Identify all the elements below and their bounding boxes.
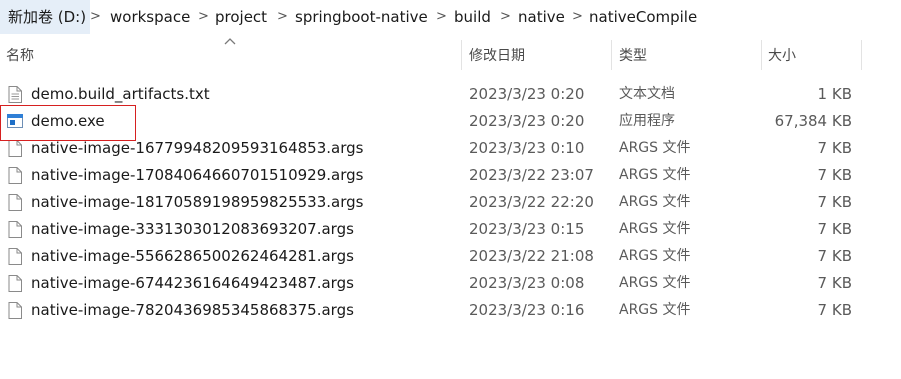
- list-item[interactable]: demo.exe 2023/3/23 0:20 应用程序 67,384 KB: [0, 108, 901, 135]
- column-divider[interactable]: [461, 40, 462, 70]
- exe-file-icon: [7, 114, 23, 128]
- file-type: ARGS 文件: [619, 194, 691, 210]
- list-item[interactable]: native-image-5566286500262464281.args 20…: [0, 243, 901, 270]
- blank-file-icon: [8, 221, 22, 238]
- file-size: 7 KB: [817, 274, 852, 292]
- column-header-name[interactable]: 名称: [6, 34, 34, 76]
- blank-file-icon: [8, 302, 22, 319]
- blank-file-icon: [8, 140, 22, 157]
- list-item[interactable]: native-image-7820436985345868375.args 20…: [0, 297, 901, 324]
- breadcrumb-drive[interactable]: 新加卷 (D:): [0, 0, 91, 34]
- column-divider[interactable]: [861, 40, 862, 70]
- file-date: 2023/3/22 22:20: [469, 193, 594, 211]
- file-size: 1 KB: [817, 85, 852, 103]
- breadcrumb-build[interactable]: build: [454, 0, 491, 34]
- file-size: 7 KB: [817, 220, 852, 238]
- file-size: 7 KB: [817, 247, 852, 265]
- chevron-right-icon[interactable]: >: [572, 0, 583, 34]
- chevron-right-icon[interactable]: >: [500, 0, 511, 34]
- file-name: native-image-5566286500262464281.args: [31, 247, 354, 265]
- breadcrumb-springboot-native[interactable]: springboot-native: [295, 0, 428, 34]
- file-name: native-image-3331303012083693207.args: [31, 220, 354, 238]
- list-item[interactable]: native-image-3331303012083693207.args 20…: [0, 216, 901, 243]
- breadcrumb-native[interactable]: native: [518, 0, 565, 34]
- file-size: 7 KB: [817, 139, 852, 157]
- file-date: 2023/3/23 0:20: [469, 112, 585, 130]
- file-type: ARGS 文件: [619, 221, 691, 237]
- file-date: 2023/3/23 0:10: [469, 139, 585, 157]
- chevron-right-icon[interactable]: >: [90, 0, 101, 34]
- breadcrumb-project[interactable]: project: [215, 0, 267, 34]
- column-header-type[interactable]: 类型: [619, 34, 647, 76]
- blank-file-icon: [8, 275, 22, 292]
- sort-ascending-icon: [224, 38, 236, 45]
- file-date: 2023/3/23 0:16: [469, 301, 585, 319]
- breadcrumb-nativecompile[interactable]: nativeCompile: [589, 0, 697, 34]
- chevron-right-icon[interactable]: >: [277, 0, 288, 34]
- file-date: 2023/3/23 0:08: [469, 274, 585, 292]
- text-file-icon: [8, 86, 22, 103]
- file-type: ARGS 文件: [619, 302, 691, 318]
- column-header-size[interactable]: 大小: [768, 34, 796, 76]
- address-breadcrumb: 新加卷 (D:) > workspace > project > springb…: [0, 0, 901, 34]
- list-item[interactable]: native-image-16779948209593164853.args 2…: [0, 135, 901, 162]
- column-divider[interactable]: [611, 40, 612, 70]
- blank-file-icon: [8, 194, 22, 211]
- file-date: 2023/3/22 23:07: [469, 166, 594, 184]
- blank-file-icon: [8, 248, 22, 265]
- file-name: native-image-7820436985345868375.args: [31, 301, 354, 319]
- list-item[interactable]: native-image-18170589198959825533.args 2…: [0, 189, 901, 216]
- file-date: 2023/3/22 21:08: [469, 247, 594, 265]
- blank-file-icon: [8, 167, 22, 184]
- column-header-date[interactable]: 修改日期: [469, 34, 525, 76]
- file-name: native-image-17084064660701510929.args: [31, 166, 364, 184]
- file-date: 2023/3/23 0:15: [469, 220, 585, 238]
- file-size: 7 KB: [817, 301, 852, 319]
- column-header: 名称 修改日期 类型 大小: [0, 34, 901, 76]
- file-size: 67,384 KB: [774, 112, 852, 130]
- file-size: 7 KB: [817, 193, 852, 211]
- file-date: 2023/3/23 0:20: [469, 85, 585, 103]
- file-type: ARGS 文件: [619, 167, 691, 183]
- column-divider[interactable]: [761, 40, 762, 70]
- file-name: native-image-6744236164649423487.args: [31, 274, 354, 292]
- file-name: demo.exe: [31, 112, 105, 130]
- list-item[interactable]: native-image-17084064660701510929.args 2…: [0, 162, 901, 189]
- file-name: native-image-16779948209593164853.args: [31, 139, 364, 157]
- breadcrumb-workspace[interactable]: workspace: [110, 0, 190, 34]
- list-item[interactable]: native-image-6744236164649423487.args 20…: [0, 270, 901, 297]
- file-type: ARGS 文件: [619, 275, 691, 291]
- file-name: demo.build_artifacts.txt: [31, 85, 210, 103]
- list-item[interactable]: demo.build_artifacts.txt 2023/3/23 0:20 …: [0, 81, 901, 108]
- file-type: 应用程序: [619, 113, 675, 129]
- file-type: 文本文档: [619, 86, 675, 102]
- chevron-right-icon[interactable]: >: [198, 0, 209, 34]
- file-type: ARGS 文件: [619, 140, 691, 156]
- file-name: native-image-18170589198959825533.args: [31, 193, 364, 211]
- file-size: 7 KB: [817, 166, 852, 184]
- chevron-right-icon[interactable]: >: [436, 0, 447, 34]
- file-type: ARGS 文件: [619, 248, 691, 264]
